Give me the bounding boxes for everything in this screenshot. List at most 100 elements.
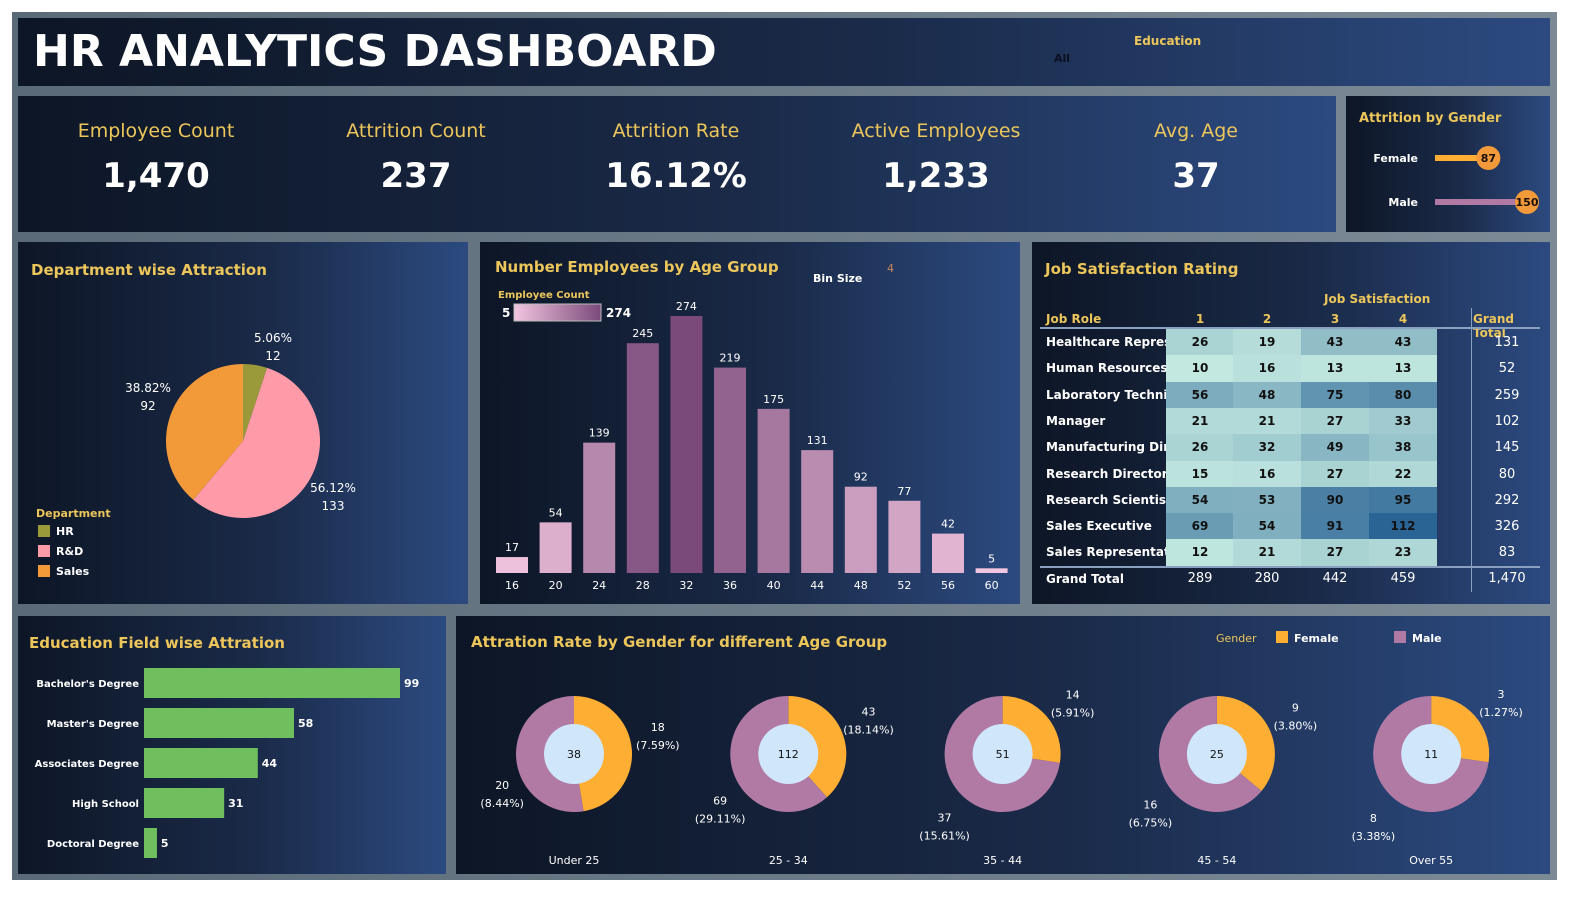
education-bar	[144, 668, 400, 698]
age-bar	[714, 367, 746, 573]
color-legend-min: 5	[502, 306, 510, 320]
heatmap-cell: 33	[1369, 407, 1437, 435]
column-label: 2	[1262, 312, 1272, 326]
heatmap-cell: 54	[1166, 486, 1234, 514]
age-group-label: Over 55	[1409, 854, 1453, 867]
column-label: 3	[1330, 312, 1340, 326]
kpi-label: Attrition Count	[346, 120, 486, 142]
heatmap-cell: 15	[1166, 460, 1234, 488]
heatmap-cell: 27	[1301, 407, 1369, 435]
education-filter-value[interactable]: All	[1054, 52, 1070, 65]
female-count: 18	[651, 721, 665, 734]
kpi-label: Avg. Age	[1153, 120, 1238, 142]
heatmap-cell: 43	[1369, 329, 1437, 356]
heatmap-cell: 23	[1369, 539, 1437, 567]
kpi-value: 1,470	[102, 156, 210, 196]
age-tick-label: 28	[636, 579, 650, 592]
education-bar	[144, 788, 225, 818]
education-value: 99	[404, 677, 419, 690]
gender-label: Male	[1388, 196, 1418, 209]
education-label: Master's Degree	[47, 719, 140, 730]
heatmap-cell: 95	[1369, 486, 1437, 514]
legend-title: Department	[36, 507, 111, 520]
female-count: 14	[1066, 688, 1080, 701]
legend-label: HR	[56, 525, 74, 538]
column-total: 289	[1187, 570, 1213, 586]
heatmap-cell: 10	[1166, 355, 1234, 383]
legend-label: Sales	[56, 565, 90, 578]
age-bar-value: 131	[807, 434, 828, 447]
heatmap-cell: 91	[1301, 513, 1369, 540]
heatmap-cell: 26	[1166, 434, 1234, 461]
male-count: 69	[713, 795, 727, 808]
age-bar	[670, 316, 703, 573]
age-bar-value: 77	[897, 485, 911, 498]
education-panel: Education Field wise Attration Bachelor'…	[18, 616, 446, 874]
heatmap-cell: 21	[1166, 407, 1234, 435]
kpi-card: Attrition Rate 16.12%	[546, 96, 806, 196]
pie-percent-label: 38.82%	[125, 381, 171, 395]
age-group-panel: Number Employees by Age Group Bin Size 4…	[480, 242, 1020, 604]
age-group-label: 25 - 34	[769, 854, 808, 867]
donut-total: 38	[567, 748, 581, 761]
legend-swatch-male	[1394, 631, 1406, 643]
column-label: 1	[1195, 312, 1205, 326]
kpi-value: 16.12%	[605, 156, 747, 196]
heatmap-cell: 48	[1233, 381, 1301, 409]
age-tick-label: 48	[854, 579, 868, 592]
heatmap-cell: 13	[1369, 355, 1437, 383]
age-tick-label: 40	[767, 579, 781, 592]
heatmap-cell: 49	[1301, 434, 1369, 461]
age-bar-value: 42	[941, 518, 955, 531]
kpi-card: Active Employees 1,233	[806, 96, 1066, 196]
education-value: 5	[161, 837, 169, 850]
gender-chart: Female 87 Male 150	[1373, 146, 1539, 214]
female-count: 43	[861, 705, 875, 718]
heatmap-cell: 16	[1233, 460, 1301, 488]
overall-total: 1,470	[1488, 570, 1526, 586]
age-bar-value: 274	[676, 300, 697, 313]
age-tick-label: 60	[985, 579, 999, 592]
age-tick-label: 20	[549, 579, 563, 592]
age-bar	[975, 568, 1008, 573]
education-label: Bachelor's Degree	[36, 679, 139, 690]
female-percent: (18.14%)	[843, 723, 894, 736]
pie-percent-label: 56.12%	[310, 481, 356, 495]
color-legend-title: Employee Count	[498, 290, 590, 301]
age-tick-label: 32	[679, 579, 693, 592]
color-legend-max: 274	[606, 306, 631, 320]
age-bar	[888, 500, 921, 573]
job-role-label: Research Scientist	[1046, 492, 1172, 507]
column-total: 459	[1390, 570, 1416, 586]
female-count: 9	[1292, 701, 1299, 714]
heatmap-cell: 32	[1233, 434, 1301, 461]
age-bar-value: 175	[763, 393, 784, 406]
heatmap-cell: 22	[1369, 460, 1437, 488]
kpi-value: 1,233	[882, 156, 990, 196]
age-group-bar-chart: Employee Count 5 274 17 16 54 20 139 24 245 28 274 3…	[496, 290, 1008, 592]
education-value: 58	[298, 717, 313, 730]
donut-total: 51	[996, 748, 1010, 761]
age-tick-label: 56	[941, 579, 955, 592]
kpi-label: Attrition Rate	[612, 120, 740, 142]
age-group-label: 45 - 54	[1197, 854, 1236, 867]
color-legend-bar	[513, 303, 602, 322]
age-group-label: 35 - 44	[983, 854, 1022, 867]
gender-age-donut-charts: Gender Female Male3818(7.59%)20(8.44%)Unde…	[480, 631, 1523, 867]
legend-swatch	[38, 525, 50, 537]
heatmap-cell: 19	[1233, 329, 1301, 356]
age-bar	[626, 343, 659, 573]
female-percent: (3.80%)	[1274, 719, 1318, 732]
age-bar	[757, 408, 790, 573]
job-role-label: Sales Executive	[1046, 519, 1152, 534]
education-bar	[144, 748, 258, 778]
row-total: 145	[1494, 440, 1520, 456]
column-header: Job Satisfaction	[1324, 292, 1431, 306]
department-panel: Department wise Attraction 5.06% 12 56.12%…	[18, 242, 468, 604]
heatmap-cell: 16	[1233, 355, 1301, 383]
male-percent: (15.61%)	[919, 830, 970, 843]
gender-age-panel: Attration Rate by Gender for different A…	[456, 616, 1550, 874]
legend-title: Gender	[1216, 632, 1257, 645]
heatmap-cell: 12	[1166, 539, 1234, 567]
total-divider	[1471, 308, 1472, 592]
